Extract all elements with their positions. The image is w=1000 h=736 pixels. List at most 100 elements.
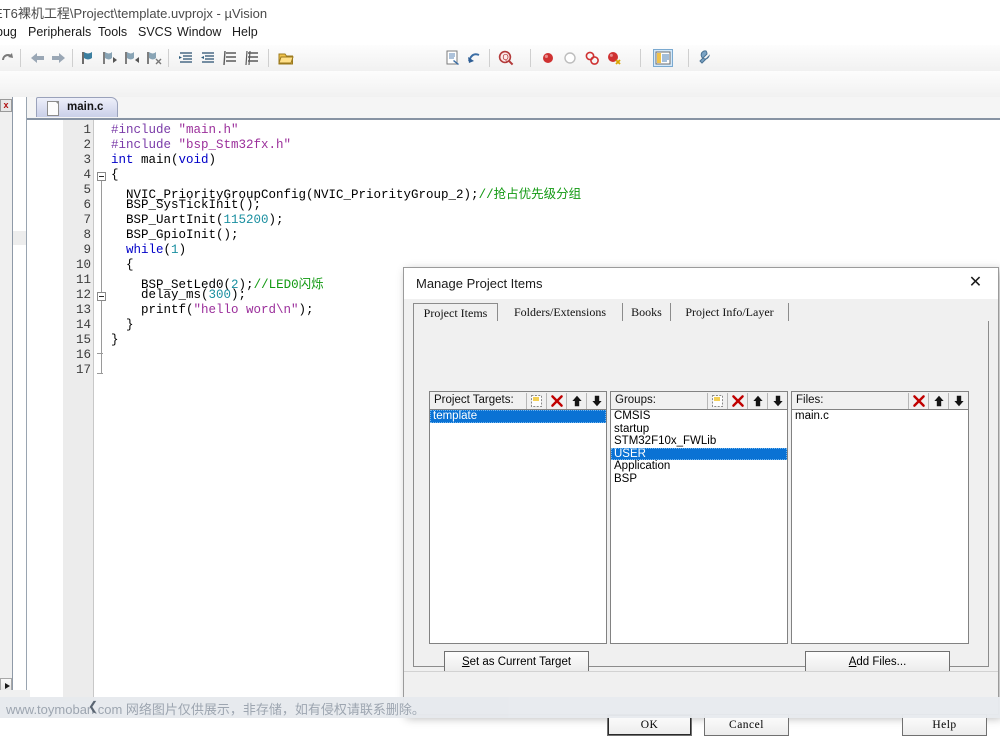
redo-icon[interactable] [0,49,16,67]
forward-icon[interactable] [50,49,68,67]
list-item[interactable]: startup [611,423,787,436]
jump-icon[interactable] [465,49,483,67]
close-icon[interactable]: x [0,99,12,112]
list-item[interactable]: BSP [611,473,787,486]
disable-breakpoint-icon[interactable] [561,49,579,67]
move-up-icon[interactable] [566,393,586,410]
groups-label: Groups: [615,394,656,406]
code-line[interactable]: { [111,258,134,272]
list-item[interactable]: USER [611,447,787,460]
list-item[interactable]: main.c [792,410,968,423]
close-icon[interactable]: ✕ [953,268,998,298]
editor-tab-main-c[interactable]: main.c [36,97,118,117]
bookmark-next-icon[interactable] [101,49,119,67]
project-tree-item[interactable] [13,231,26,245]
list-item[interactable]: template [430,410,606,423]
manage-project-items-dialog: Manage Project Items ✕ Project Items Fold… [403,267,999,736]
dialog-titlebar: Manage Project Items ✕ [404,268,998,299]
project-window-dock-strip [0,97,13,701]
fold-end-main [97,373,103,374]
code-token: ) [208,153,217,167]
files-header: Files: [791,391,969,410]
code-token: #include [111,138,179,152]
gutter-divider [93,120,94,701]
code-line[interactable]: { [111,168,119,182]
code-line[interactable]: #include "main.h" [111,123,239,137]
configure-icon[interactable] [694,49,712,67]
code-line[interactable]: delay_ms(300); [111,288,246,302]
list-item[interactable]: STM32F10x_FWLib [611,435,787,448]
kill-all-breakpoints-icon[interactable] [583,49,601,67]
code-token: void [178,153,209,167]
code-line[interactable]: BSP_GpioInit(); [111,228,239,242]
code-line[interactable]: BSP_UartInit(115200); [111,213,284,227]
code-line[interactable]: while(1) [111,243,186,257]
code-line[interactable]: int main(void) [111,153,216,167]
line-number: 14 [75,318,91,332]
code-token: ) [178,243,187,257]
outdent-icon[interactable] [199,49,217,67]
delete-item-icon[interactable] [546,393,566,410]
list-item[interactable]: CMSIS [611,410,787,423]
code-line[interactable]: } [111,333,119,347]
menu-item-svcs[interactable]: SVCS [138,25,172,39]
find-in-files-icon[interactable]: Q [497,49,515,67]
set-as-current-target-button[interactable]: Set as Current Target [444,651,589,672]
new-item-icon[interactable] [526,393,546,410]
code-token: ); [231,288,247,302]
dialog-body: Project Items Folders/Extensions Books Proj… [404,299,998,736]
menu-item-help[interactable]: Help [232,25,258,39]
dialog-tab-folders-extensions[interactable]: Folders/Extensions [498,303,623,322]
window-layout-icon[interactable] [653,49,673,67]
delete-item-icon[interactable] [727,393,747,410]
move-up-icon[interactable] [747,393,767,410]
menu-item-bug[interactable]: bug [0,25,17,39]
code-token: int [111,153,142,167]
line-number: 2 [83,138,91,152]
groups-list[interactable]: CMSIS startup STM32F10x_FWLib USER Applicati… [610,409,788,644]
comment-icon[interactable] [222,49,240,67]
list-item[interactable]: Application [611,460,787,473]
files-label: Files: [796,394,824,406]
menu-item-tools[interactable]: Tools [98,25,127,39]
menu-item-window[interactable]: Window [177,25,221,39]
bookmark-prev-icon[interactable] [123,49,141,67]
bookmark-toggle-icon[interactable] [79,49,97,67]
project-targets-list[interactable]: template [429,409,607,644]
dialog-tab-project-info-layer[interactable]: Project Info/Layer [671,303,789,322]
menu-item-peripherals[interactable]: Peripherals [28,25,91,39]
code-line[interactable]: BSP_SysTickInit(); [111,198,261,212]
delete-item-icon[interactable] [908,393,928,410]
move-down-icon[interactable] [767,393,787,410]
project-tree-pane[interactable] [13,97,27,701]
back-icon[interactable] [28,49,46,67]
fold-marker-while[interactable] [97,292,106,301]
move-down-icon[interactable] [948,393,968,410]
dialog-tab-books[interactable]: Books [623,303,671,322]
dialog-tab-project-items[interactable]: Project Items [413,303,498,322]
insert-breakpoint-icon[interactable] [539,49,557,67]
indent-icon[interactable] [177,49,195,67]
code-token: "hello word\n" [193,303,299,317]
file-info-icon[interactable] [443,49,461,67]
scroll-left-arrow-icon[interactable]: ❮ [88,699,98,713]
code-token: } [111,318,134,332]
new-item-icon[interactable] [707,393,727,410]
move-down-icon[interactable] [586,393,606,410]
set-target-mnemonic: S [461,655,470,668]
bookmark-clear-icon[interactable] [145,49,163,67]
add-files-button[interactable]: Add Files... [805,651,950,672]
files-list[interactable]: main.c [791,409,969,644]
code-line[interactable]: printf("hello word\n"); [111,303,314,317]
help-button-label: Help [932,719,957,731]
code-line[interactable]: } [111,318,134,332]
dialog-title: Manage Project Items [416,276,543,291]
move-up-icon[interactable] [928,393,948,410]
disable-all-breakpoints-icon[interactable] [605,49,623,67]
code-line[interactable]: #include "bsp_Stm32fx.h" [111,138,291,152]
code-token: "main.h" [178,123,239,137]
open-file-icon[interactable] [277,49,295,67]
fold-marker-main[interactable] [97,172,106,181]
dialog-tabs: Project Items Folders/Extensions Books Proj… [413,303,989,322]
uncomment-icon[interactable] [244,49,262,67]
